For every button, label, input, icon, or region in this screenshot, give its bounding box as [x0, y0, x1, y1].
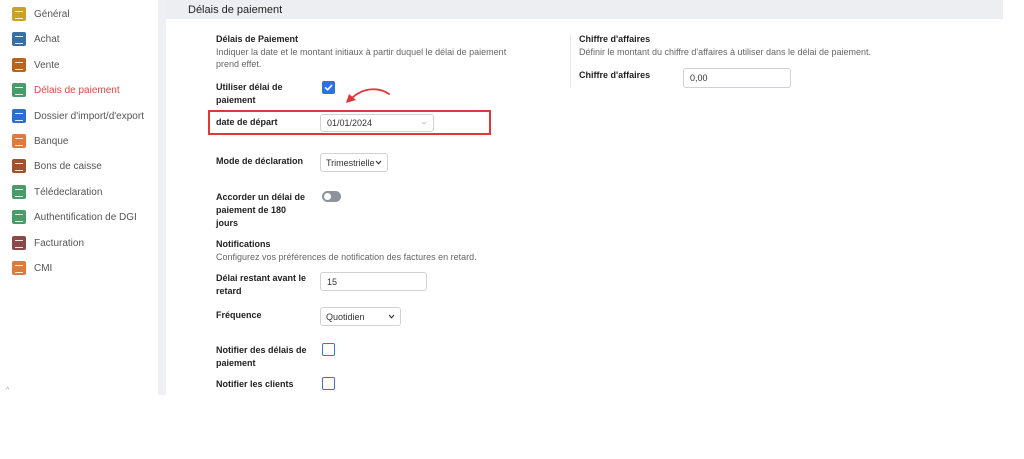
notify-delays-label-2: paiement — [216, 358, 256, 368]
frequency-value: Quotidien — [326, 311, 365, 322]
remaining-days-input[interactable]: 15 — [320, 272, 427, 291]
sidebar-item-label: Général — [34, 8, 70, 20]
sidebar-item[interactable]: Général — [12, 4, 70, 24]
turnover-value: 0,00 — [690, 73, 708, 83]
delais-section-title: Délais de Paiement — [216, 34, 299, 44]
ledger-icon — [12, 185, 26, 199]
sidebar-item-label: Achat — [34, 33, 60, 45]
sidebar-item[interactable]: Télédeclaration — [12, 182, 102, 202]
chevron-down-icon — [388, 314, 395, 319]
sidebar-item-label: CMI — [34, 262, 53, 274]
annotation-arrow-icon — [346, 88, 390, 103]
grant-toggle[interactable] — [322, 191, 341, 202]
credit-card-icon — [12, 32, 26, 46]
grant-label-2: paiement de 180 — [216, 205, 287, 215]
notify-clients-checkbox[interactable] — [322, 377, 335, 390]
moon-icon — [12, 261, 26, 275]
sidebar-item-label: Télédeclaration — [34, 186, 103, 198]
sidebar-item[interactable]: Achat — [12, 29, 60, 49]
folder-icon — [12, 109, 26, 123]
tag-icon — [12, 236, 26, 250]
grant-label-1: Accorder un délai de — [216, 192, 306, 202]
page-title: Délais de paiement — [188, 4, 283, 16]
sidebar-item[interactable]: Dossier d'import/d'export — [12, 106, 144, 126]
notifications-description: Configurez vos préférences de notificati… — [216, 252, 477, 262]
grant-label-3: jours — [216, 218, 239, 228]
notify-delays-checkbox[interactable] — [322, 343, 335, 356]
use-delay-label-1: Utiliser délai de — [216, 82, 283, 92]
turnover-field-label: Chiffre d'affaires — [579, 70, 651, 80]
delais-description-1: Indiquer la date et le montant initiaux … — [216, 47, 507, 57]
page: Général Achat Vente Délais de paiement Dossi… — [0, 0, 1024, 459]
mode-label: Mode de déclaration — [216, 156, 304, 166]
sidebar: Général Achat Vente Délais de paiement Dossi… — [0, 0, 158, 395]
frequency-label: Fréquence — [216, 310, 262, 320]
bank-icon — [12, 134, 26, 148]
start-date-input[interactable]: 01/01/2024 — [320, 114, 434, 132]
check-icon — [324, 84, 333, 91]
mode-select[interactable]: Trimestrielle — [320, 153, 388, 172]
ledger-icon — [12, 210, 26, 224]
notifications-title: Notifications — [216, 239, 271, 249]
sidebar-item-label: Vente — [34, 59, 60, 71]
turnover-description: Définir le montant du chiffre d'affaires… — [579, 47, 872, 57]
sidebar-divider — [158, 0, 166, 395]
section-header: Délais de paiement — [166, 0, 1003, 19]
settings-icon — [12, 7, 26, 21]
sidebar-collapse-indicator: ^ — [6, 387, 10, 394]
sidebar-item[interactable]: Bons de caisse — [12, 156, 102, 176]
chart-icon — [12, 58, 26, 72]
delais-description-2: prend effet. — [216, 59, 262, 69]
sidebar-item[interactable]: Facturation — [12, 233, 84, 253]
sidebar-item[interactable]: Authentification de DGI — [12, 207, 137, 227]
sidebar-item[interactable]: CMI — [12, 258, 52, 278]
sidebar-item-label: Dossier d'import/d'export — [34, 110, 144, 122]
notify-delays-label-1: Notifier des délais de — [216, 345, 307, 355]
sidebar-item-label: Facturation — [34, 237, 85, 249]
sidebar-item-label: Banque — [34, 135, 69, 147]
use-delay-checkbox[interactable] — [322, 81, 335, 94]
mode-value: Trimestrielle — [326, 157, 375, 168]
sidebar-item-label: Délais de paiement — [34, 84, 120, 96]
remaining-label-1: Délai restant avant le — [216, 273, 307, 283]
frequency-select[interactable]: Quotidien — [320, 307, 401, 326]
start-date-label: date de départ — [216, 117, 278, 127]
start-date-value: 01/01/2024 — [327, 118, 373, 128]
main-panel: Délais de paiement Délais de Paiement In… — [166, 0, 1024, 395]
remaining-label-2: retard — [216, 286, 242, 296]
use-delay-label-2: paiement — [216, 95, 256, 105]
sidebar-item[interactable]: Vente — [12, 55, 60, 75]
turnover-input[interactable]: 0,00 — [683, 68, 791, 88]
sidebar-item[interactable]: Délais de paiement — [12, 80, 120, 100]
column-divider — [570, 34, 571, 88]
chevron-down-icon — [375, 160, 382, 165]
sidebar-item[interactable]: Banque — [12, 131, 68, 151]
toggle-knob — [324, 193, 331, 200]
dropdown-caret-icon — [421, 121, 427, 125]
receipt-icon — [12, 159, 26, 173]
ledger-icon — [12, 83, 26, 97]
notify-clients-label: Notifier les clients — [216, 379, 294, 389]
sidebar-item-label: Bons de caisse — [34, 160, 102, 172]
sidebar-item-label: Authentification de DGI — [34, 211, 137, 223]
turnover-title: Chiffre d'affaires — [579, 34, 651, 44]
remaining-days-value: 15 — [327, 276, 338, 287]
